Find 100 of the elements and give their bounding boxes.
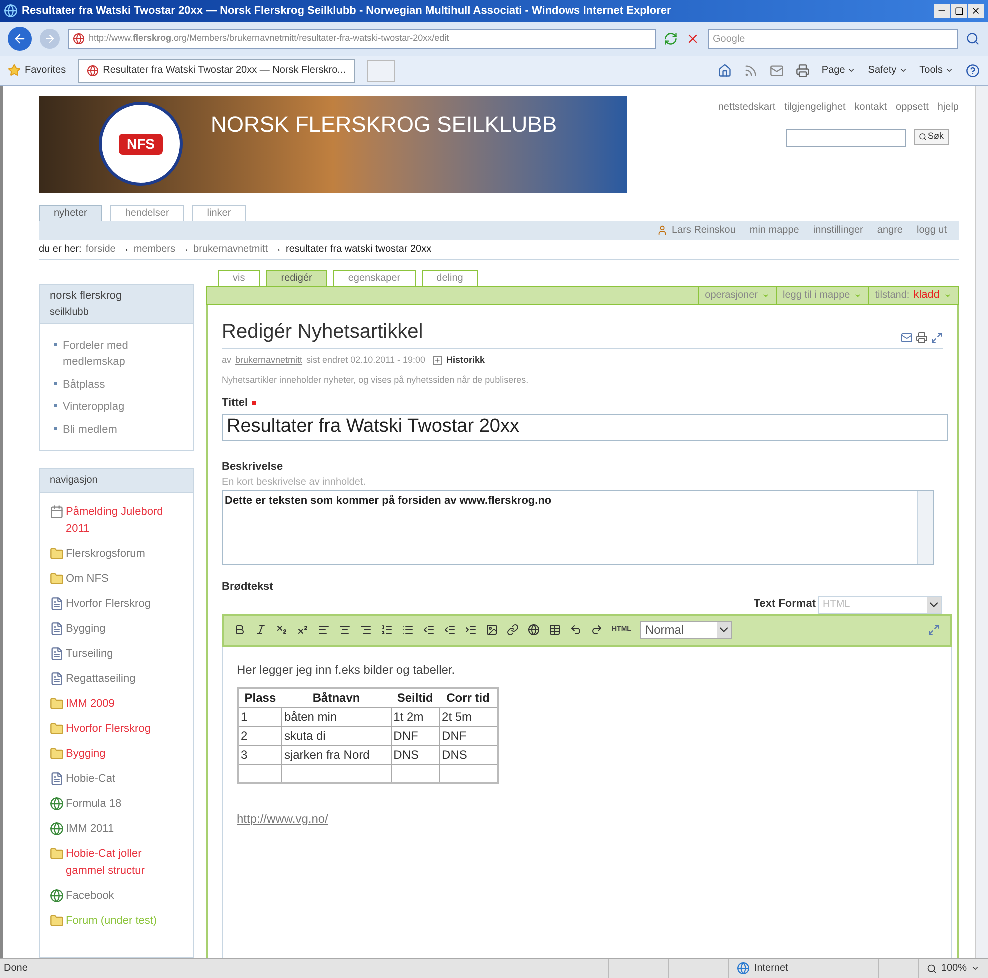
italic-icon[interactable] <box>255 624 267 636</box>
browser-tab[interactable]: Resultater fra Watski Twostar 20xx — Norsk Flerskro... <box>78 58 355 82</box>
home-icon[interactable] <box>718 64 732 78</box>
state-menu[interactable]: tilstand: kladd <box>868 287 958 304</box>
numbered-list-icon[interactable] <box>381 624 393 636</box>
navigation-link[interactable]: Turseiling <box>66 646 114 662</box>
print-icon[interactable] <box>796 64 810 78</box>
navigation-link[interactable]: IMM 2011 <box>66 820 114 838</box>
command-menu[interactable]: Safety <box>868 63 908 78</box>
undo-icon[interactable] <box>570 624 582 636</box>
stop-icon[interactable] <box>686 32 700 46</box>
search-field[interactable]: Google <box>708 29 958 49</box>
folder-icon <box>50 572 64 586</box>
breadcrumb-link[interactable]: brukernavnetmitt <box>194 242 268 257</box>
navigation-link[interactable]: Formula 18 <box>66 796 122 812</box>
globe-icon <box>50 888 64 902</box>
print-icon[interactable] <box>916 332 928 344</box>
align-center-icon[interactable] <box>339 624 351 636</box>
align-right-icon[interactable] <box>360 624 372 636</box>
site-link[interactable]: nettstedskart <box>718 100 776 115</box>
navigation-link[interactable]: Om NFS <box>66 570 109 588</box>
site-title: NORSK FLERSKROG SEILKLUBB <box>211 111 557 139</box>
favorites-button[interactable]: Favorites <box>8 63 66 78</box>
navigation-link[interactable]: Bygging <box>66 746 106 762</box>
minimize-button[interactable] <box>934 4 950 18</box>
navigation-link[interactable]: Facebook <box>66 888 114 904</box>
refresh-icon[interactable] <box>664 32 678 46</box>
command-menu[interactable]: Tools <box>920 63 954 78</box>
zoom-button[interactable]: 100% <box>918 959 988 978</box>
breadcrumb-link[interactable]: forside <box>86 242 116 257</box>
user-link[interactable]: Lars Reinskou <box>672 223 736 238</box>
section-tab[interactable]: nyheter <box>39 205 102 221</box>
author-link[interactable]: brukernavnetmitt <box>236 354 303 368</box>
personal-link[interactable]: innstillinger <box>813 223 864 238</box>
indent-increase-icon[interactable] <box>465 624 477 636</box>
maximize-button[interactable] <box>951 4 967 18</box>
title-field[interactable]: Resultater fra Watski Twostar 20xx <box>222 414 948 440</box>
navigation-link[interactable]: Hobie-Cat joller gammel structur <box>66 846 183 880</box>
personal-link[interactable]: logg ut <box>916 223 947 238</box>
style-select[interactable]: Normal <box>640 621 732 639</box>
summary-field[interactable]: Dette er teksten som kommer på forsiden av www.flerskrog.no <box>222 490 934 565</box>
mail-icon[interactable] <box>901 332 913 344</box>
site-link[interactable]: hjelp <box>938 100 959 115</box>
redo-icon[interactable] <box>591 624 603 636</box>
search-icon[interactable] <box>966 32 980 46</box>
superscript-icon[interactable] <box>297 624 309 636</box>
expand-icon[interactable] <box>433 356 442 366</box>
navigation-link[interactable]: Hvorfor Flerskrog <box>66 720 151 738</box>
globe-icon <box>50 796 64 810</box>
subscript-icon[interactable] <box>276 624 288 636</box>
action-menu[interactable]: operasjoner <box>698 287 776 304</box>
navigation-link[interactable]: Hobie-Cat <box>66 770 116 788</box>
table-icon[interactable] <box>549 624 561 636</box>
maximize-icon <box>954 6 964 16</box>
navigation-link[interactable]: Flerskrogsforum <box>66 546 146 562</box>
site-link[interactable]: oppsett <box>896 100 929 115</box>
search-button[interactable]: Søk <box>914 129 949 145</box>
content-tab[interactable]: redigér <box>266 270 328 286</box>
section-tab[interactable]: linker <box>192 205 246 221</box>
action-menu[interactable]: legg til i mappe <box>776 287 868 304</box>
close-button[interactable] <box>968 4 984 18</box>
personal-link[interactable]: angre <box>877 223 903 238</box>
sidebar-link[interactable]: Båtplass <box>63 376 106 393</box>
content-tab[interactable]: egenskaper <box>333 270 416 286</box>
bold-icon[interactable] <box>234 624 246 636</box>
mail-icon[interactable] <box>770 64 784 78</box>
window-title: Resultater fra Watski Twostar 20xx — Norsk Flerskrog Seilklubb - Norwegian Multihull Associati - Windows Internet Explorer <box>22 4 672 19</box>
navigation-link[interactable]: Regattaseiling <box>66 670 136 688</box>
history-toggle[interactable]: Historikk <box>446 354 485 368</box>
help-icon[interactable] <box>966 64 980 78</box>
globe-icon[interactable] <box>528 624 540 636</box>
navigation-link[interactable]: IMM 2009 <box>66 696 115 712</box>
navigation-link[interactable]: Påmelding Julebord 2011 <box>66 504 183 538</box>
sidebar-link[interactable]: Vinteropplag <box>63 399 125 416</box>
site-search-field[interactable] <box>786 129 906 147</box>
sidebar-link[interactable]: Bli medlem <box>63 422 118 438</box>
sidebar-link[interactable]: Fordeler med medlemskap <box>63 338 179 370</box>
indent-decrease-icon[interactable] <box>444 624 456 636</box>
align-left-icon[interactable] <box>318 624 330 636</box>
link-icon[interactable] <box>507 624 519 636</box>
fullscreen-icon[interactable] <box>931 332 943 344</box>
outdent-icon[interactable] <box>423 624 435 636</box>
feed-icon[interactable] <box>744 64 758 78</box>
address-field[interactable]: http://www.flerskrog.org/Members/brukernavnetmitt/resultater-fra-watski-twostar-20xx/edit <box>68 29 656 49</box>
field-label: Tittel <box>222 396 248 411</box>
page-heading: Redigér Nyhetsartikkel <box>222 320 424 345</box>
site-link[interactable]: kontakt <box>854 100 888 115</box>
navigation-link[interactable]: Bygging <box>66 620 106 638</box>
back-button[interactable] <box>8 27 32 51</box>
content-tab[interactable]: deling <box>422 270 478 286</box>
content-tab[interactable]: vis <box>218 270 260 286</box>
fullscreen-icon[interactable] <box>928 624 940 636</box>
command-menu[interactable]: Page <box>822 63 856 78</box>
image-icon[interactable] <box>486 624 498 636</box>
site-link[interactable]: tilgjengelighet <box>784 100 846 115</box>
navigation-link[interactable]: Hvorfor Flerskrog <box>66 596 151 612</box>
personal-link[interactable]: min mappe <box>750 223 800 238</box>
section-tab[interactable]: hendelser <box>110 205 184 221</box>
editor-link[interactable]: http://www.vg.no/ <box>237 810 937 828</box>
breadcrumb-link[interactable]: members <box>134 242 176 257</box>
